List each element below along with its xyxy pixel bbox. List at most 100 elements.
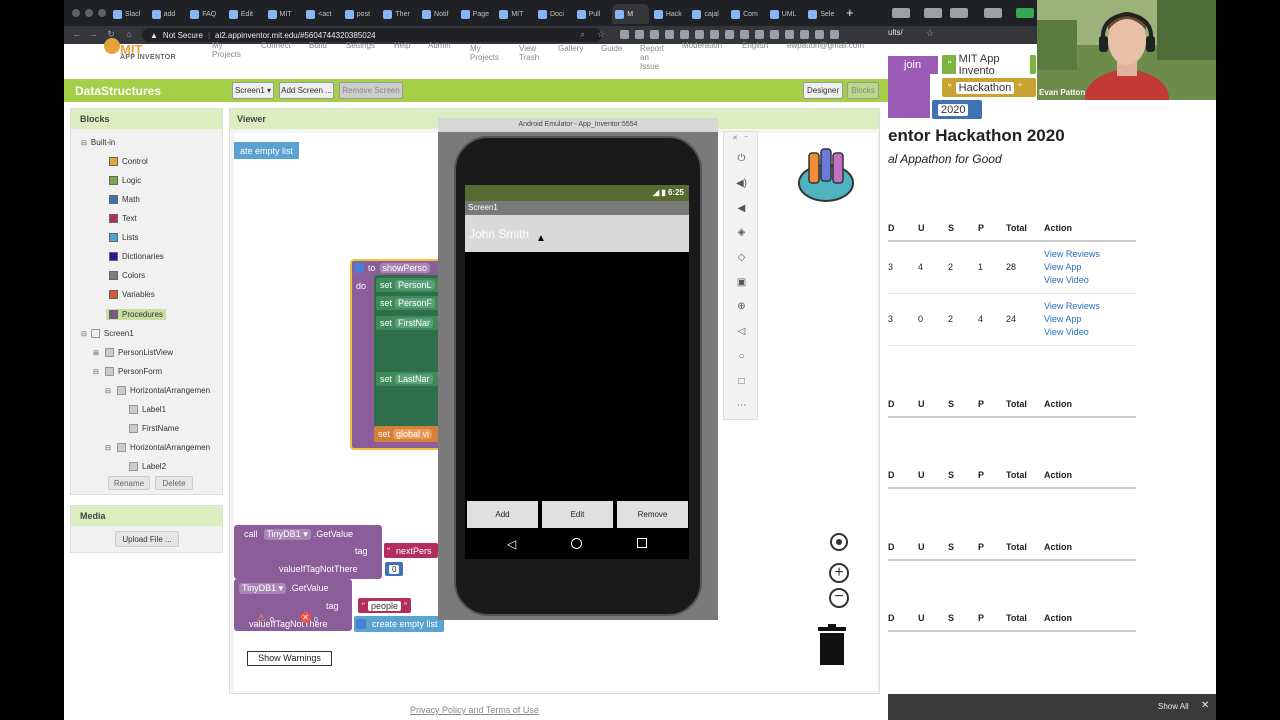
remove-button[interactable]: Remove <box>617 501 688 528</box>
text-block[interactable]: “nextPers <box>384 543 438 558</box>
add-screen-button[interactable]: Add Screen ... <box>279 82 334 99</box>
upload-file-button[interactable]: Upload File ... <box>115 531 179 547</box>
back-icon[interactable]: ← <box>70 29 84 39</box>
browser-tab[interactable]: cajal <box>689 4 726 24</box>
collapse-icon[interactable]: ⊟ <box>105 444 113 452</box>
browser-tab[interactable]: MIT <box>496 4 533 24</box>
collapse-icon[interactable]: ⊟ <box>93 368 101 376</box>
browser-tab[interactable]: Ther <box>380 4 417 24</box>
builtin-math[interactable]: Math <box>109 195 140 204</box>
nav-item[interactable]: ewpatton@gmail.com <box>787 41 864 50</box>
delete-button[interactable]: Delete <box>155 476 193 490</box>
back-icon[interactable]: ◁ <box>507 537 516 551</box>
nav-item[interactable]: Gallery <box>558 44 583 53</box>
nav-item[interactable]: Admin <box>428 41 451 50</box>
screen1-node[interactable]: ⊟ Screen1 <box>81 329 134 338</box>
extension-icon[interactable] <box>725 30 734 39</box>
component-node[interactable]: ⊟ HorizontalArrangemen <box>105 386 210 395</box>
nav-item[interactable]: Help <box>394 41 410 50</box>
browser-tab[interactable]: FAQ <box>187 4 224 24</box>
back-icon[interactable]: ◁ <box>735 325 748 338</box>
create-empty-list-block[interactable]: ate empty list <box>234 142 300 159</box>
gear-icon[interactable] <box>356 619 366 629</box>
join-block[interactable]: join <box>888 56 938 74</box>
tab[interactable] <box>950 8 968 18</box>
nav-item[interactable]: My Projects <box>470 44 499 62</box>
browser-tab[interactable]: UML <box>767 4 804 24</box>
extension-icon[interactable] <box>695 30 704 39</box>
component-node[interactable]: ⊞ PersonListView <box>93 348 173 357</box>
address-bar[interactable]: ▲ Not Secure | ai2.appinventor.mit.edu/#… <box>142 28 602 42</box>
nav-item[interactable]: Connect <box>261 41 291 50</box>
nav-item[interactable]: My Projects <box>212 41 241 59</box>
nav-item[interactable]: Guide <box>601 44 622 53</box>
nav-item[interactable]: View Trash <box>519 44 539 62</box>
nav-item[interactable]: Build <box>309 41 327 50</box>
more-icon[interactable]: ⋯ <box>735 399 748 412</box>
browser-tab[interactable]: Notif <box>419 4 456 24</box>
rotate-right-icon[interactable]: ◇ <box>735 251 748 264</box>
builtin-text[interactable]: Text <box>109 214 137 223</box>
action-link[interactable]: View Video <box>1044 274 1136 287</box>
builtin-control[interactable]: Control <box>109 157 148 166</box>
tab[interactable] <box>984 8 1002 18</box>
action-link[interactable]: View Reviews <box>1044 248 1136 261</box>
browser-tab[interactable]: <act <box>303 4 340 24</box>
overview-icon[interactable] <box>637 538 647 548</box>
rename-button[interactable]: Rename <box>108 476 150 490</box>
extension-icon[interactable] <box>680 30 689 39</box>
rotate-left-icon[interactable]: ◈ <box>735 226 748 239</box>
home-icon[interactable] <box>571 538 582 549</box>
extension-icon[interactable] <box>785 30 794 39</box>
component-dropdown[interactable]: TinyDB1 ▾ <box>263 528 311 540</box>
component-node[interactable]: Label1 <box>117 405 166 414</box>
action-link[interactable]: View Reviews <box>1044 300 1136 313</box>
zoom-in-icon[interactable]: + <box>829 563 849 583</box>
extension-icon[interactable] <box>770 30 779 39</box>
builtin-variables[interactable]: Variables <box>109 290 155 299</box>
nav-item[interactable]: Moderation <box>682 41 722 50</box>
extension-icon[interactable] <box>710 30 719 39</box>
tab[interactable] <box>1016 8 1034 18</box>
browser-tab[interactable]: post <box>342 4 379 24</box>
volume-down-icon[interactable]: ◀ <box>735 202 748 215</box>
backpack-icon[interactable] <box>797 145 855 203</box>
collapse-icon[interactable]: ⊟ <box>81 139 87 147</box>
extension-icon[interactable] <box>800 30 809 39</box>
browser-tab[interactable]: MIT <box>265 4 302 24</box>
trash-icon[interactable] <box>818 624 846 665</box>
component-node[interactable]: FirstName <box>117 424 179 433</box>
star-icon[interactable]: ☆ <box>597 29 605 40</box>
action-link[interactable]: View App <box>1044 261 1136 274</box>
search-icon[interactable]: ⌕ <box>580 29 585 40</box>
browser-tab[interactable]: Com <box>728 4 765 24</box>
volume-up-icon[interactable]: ◀) <box>735 177 748 190</box>
number-block[interactable]: 2020 <box>932 100 982 119</box>
extension-icon[interactable] <box>620 30 629 39</box>
action-link[interactable]: View Video <box>1044 326 1136 339</box>
nav-item[interactable]: Report an Issue <box>640 44 664 71</box>
nav-item[interactable]: Settings <box>346 41 375 50</box>
builtin-logic[interactable]: Logic <box>109 176 141 185</box>
browser-tab[interactable]: add <box>149 4 186 24</box>
new-tab-button[interactable]: + <box>846 5 854 20</box>
close-icon[interactable]: ✕ <box>732 134 738 142</box>
browser-tab[interactable]: Pull <box>574 4 611 24</box>
browser-tab[interactable]: Doci <box>535 4 572 24</box>
privacy-link[interactable]: Privacy Policy and Terms of Use <box>410 705 539 715</box>
extension-icon[interactable] <box>815 30 824 39</box>
remove-screen-button[interactable]: Remove Screen <box>339 82 403 99</box>
designer-button[interactable]: Designer <box>803 82 843 99</box>
recenter-icon[interactable] <box>830 533 848 551</box>
builtin-lists[interactable]: Lists <box>109 233 138 242</box>
zoom-icon[interactable]: ⊕ <box>735 300 748 313</box>
add-button[interactable]: Add <box>467 501 538 528</box>
edit-button[interactable]: Edit <box>542 501 613 528</box>
show-warnings-button[interactable]: Show Warnings <box>247 651 332 666</box>
zoom-out-icon[interactable]: − <box>829 588 849 608</box>
text-block[interactable]: “people” <box>358 598 412 613</box>
close-window-icon[interactable] <box>72 9 80 17</box>
collapse-icon[interactable]: ⊟ <box>105 387 113 395</box>
app-inventor-logo[interactable]: MIT APP INVENTOR <box>90 38 178 66</box>
number-block[interactable]: 0 <box>385 562 404 576</box>
